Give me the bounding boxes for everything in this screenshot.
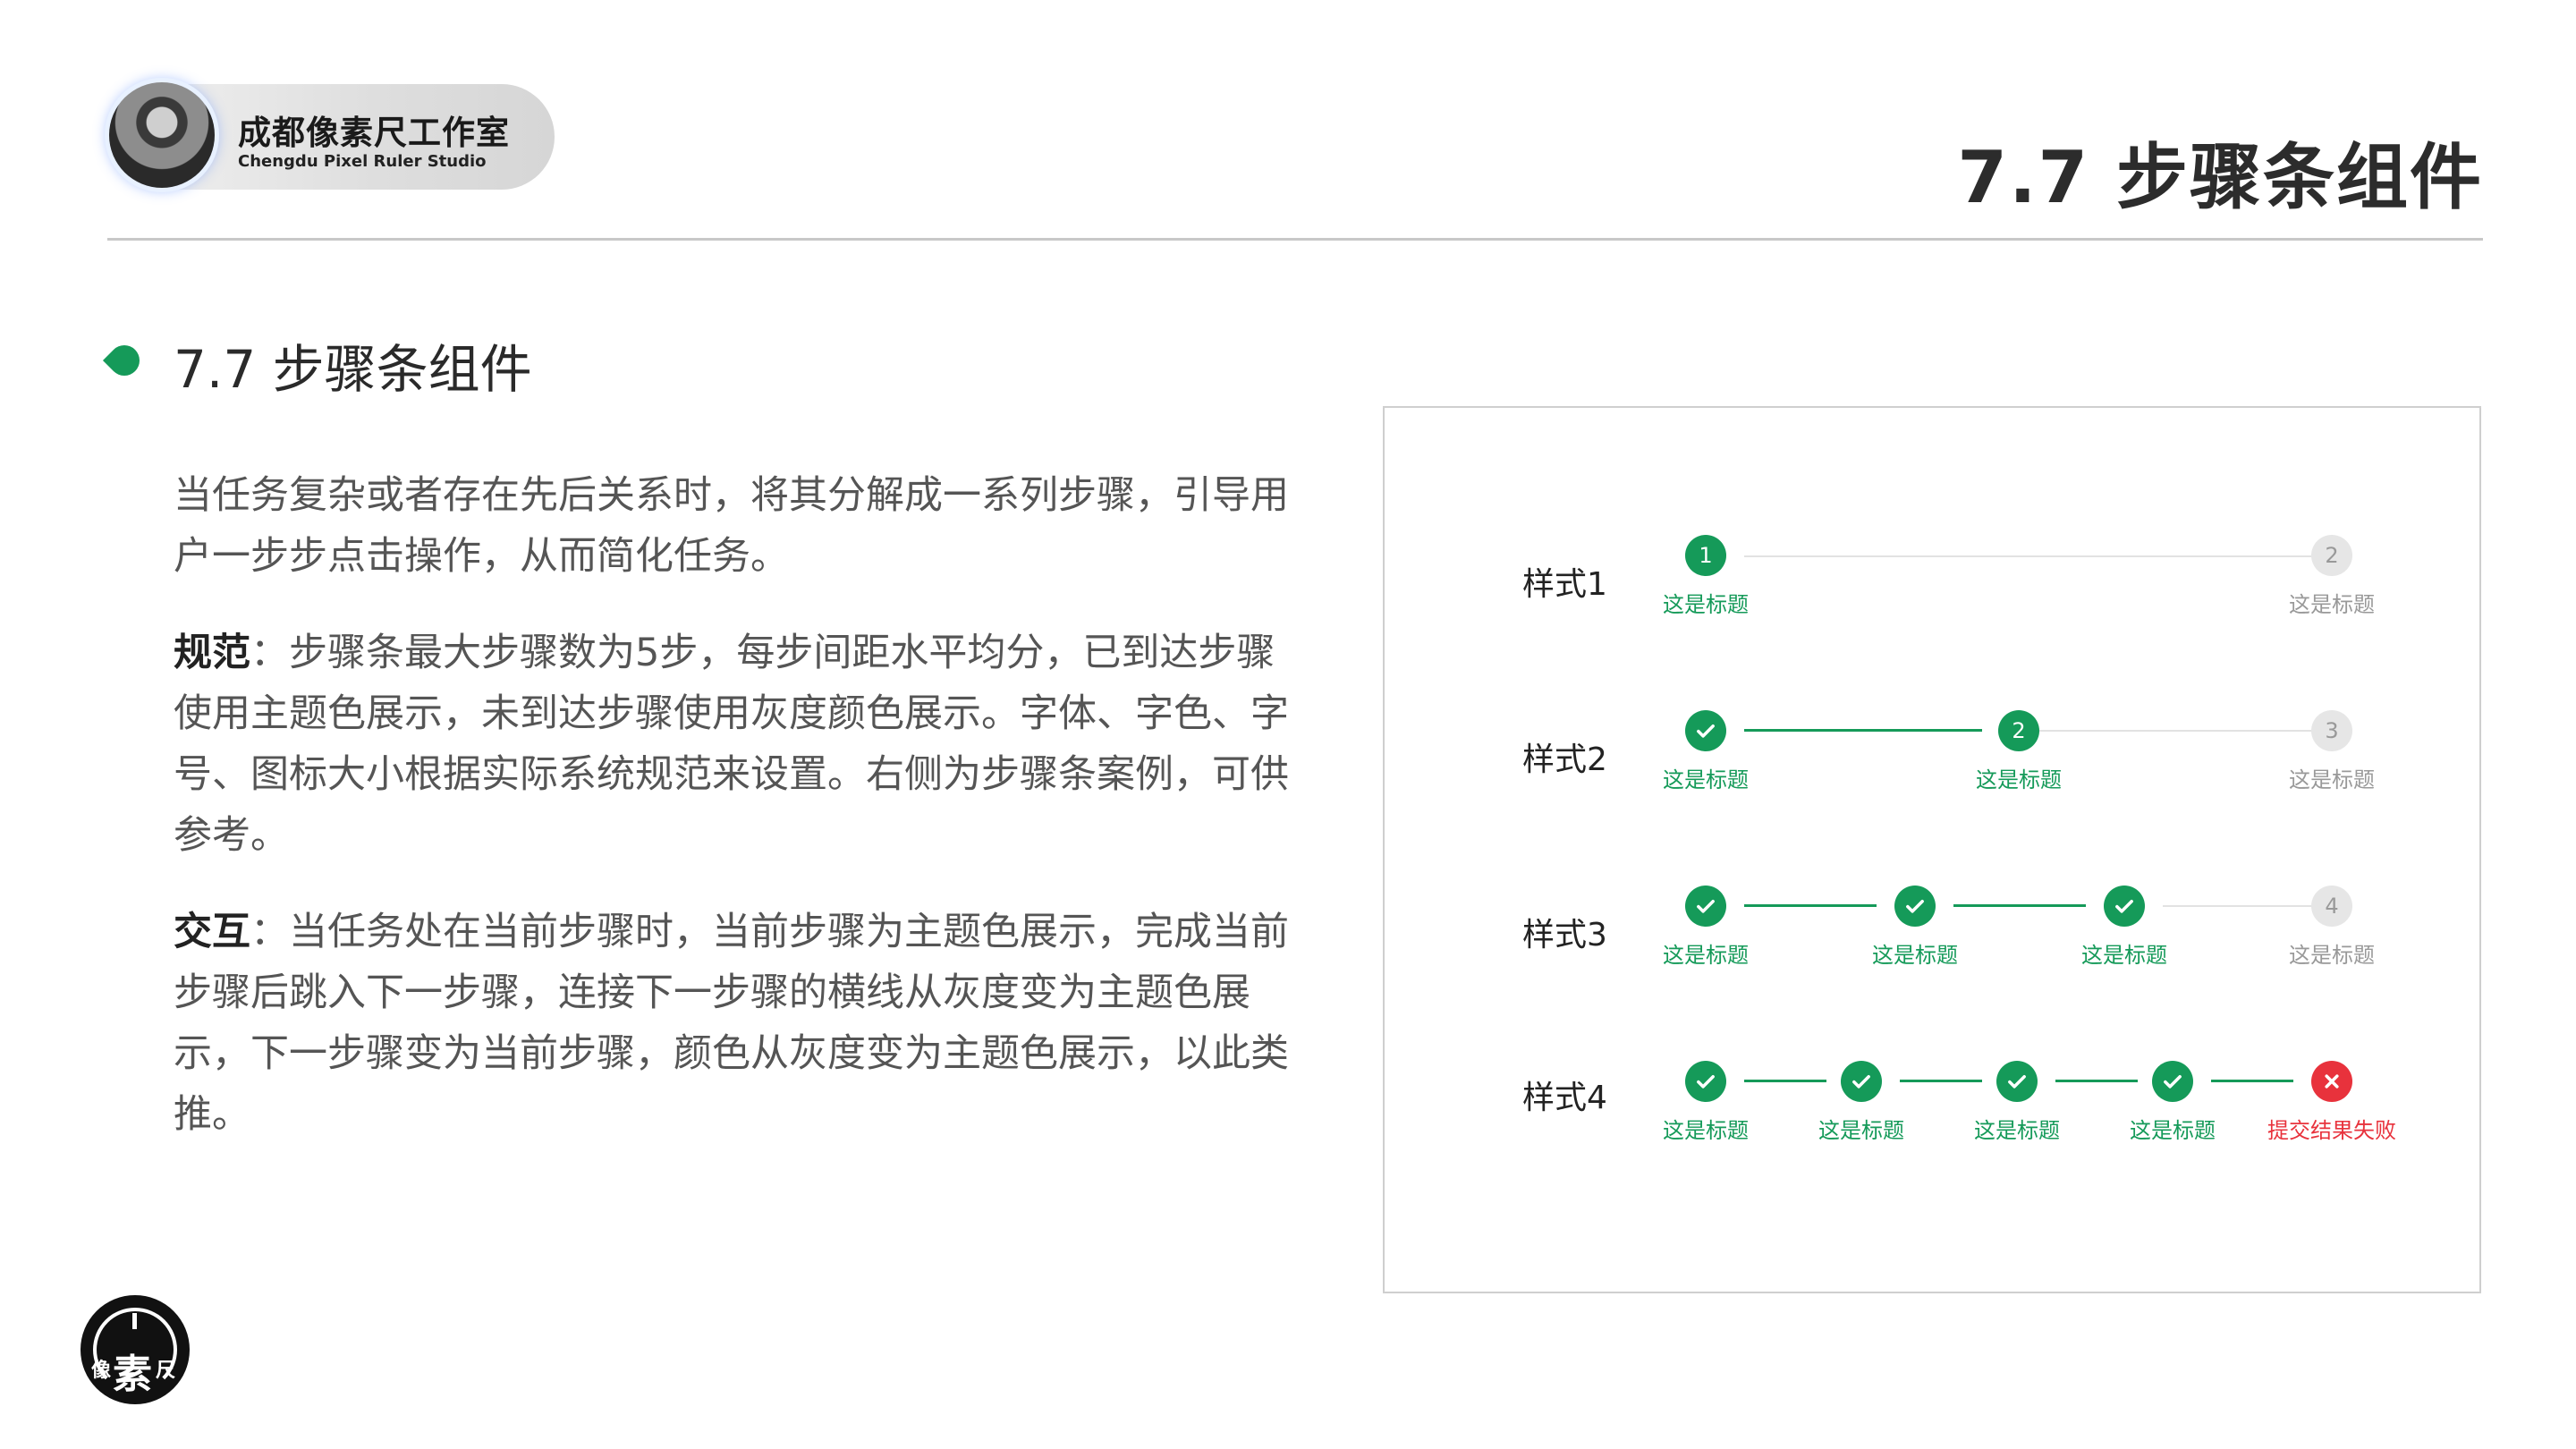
step-connector-active bbox=[1744, 1080, 1826, 1082]
step-dot-completed[interactable] bbox=[1996, 1061, 2038, 1102]
row-label-style2: 样式2 bbox=[1522, 741, 1607, 778]
section-bullet-icon bbox=[102, 338, 147, 383]
interaction-text: ：当任务处在当前步骤时，当前步骤为主题色展示，完成当前步骤后跳入下一步骤，连接下… bbox=[174, 910, 1289, 1137]
spec-text: ：步骤条最大步骤数为5步，每步间距水平均分，已到达步骤使用主题色展示，未到达步骤… bbox=[174, 631, 1289, 858]
step-dot-completed[interactable] bbox=[1685, 1061, 1726, 1102]
step-title: 这是标题 bbox=[1818, 1118, 1904, 1143]
check-icon bbox=[1852, 1075, 1870, 1089]
step-connector-active bbox=[2211, 1080, 2293, 1082]
section-title: 7.7 步骤条组件 bbox=[174, 339, 532, 400]
page-title: 7.7 步骤条组件 bbox=[1957, 136, 2483, 219]
step-dot-pending[interactable]: 3 bbox=[2311, 710, 2352, 751]
step-connector bbox=[1744, 555, 2313, 557]
description: 当任务复杂或者存在先后关系时，将其分解成一系列步骤，引导用户一步步点击操作，从而… bbox=[174, 465, 1292, 1181]
logo-glyph: 像 bbox=[91, 1360, 112, 1382]
check-icon bbox=[1697, 1075, 1715, 1089]
step-title: 这是标题 bbox=[1663, 943, 1749, 968]
spec-label: 规范 bbox=[174, 631, 250, 675]
step-title: 这是标题 bbox=[1663, 592, 1749, 617]
avatar bbox=[109, 82, 215, 188]
step-title: 这是标题 bbox=[2130, 1118, 2216, 1143]
step-connector-active bbox=[1744, 904, 1877, 907]
intro-paragraph: 当任务复杂或者存在先后关系时，将其分解成一系列步骤，引导用户一步步点击操作，从而… bbox=[174, 473, 1289, 579]
example-panel bbox=[1383, 406, 2481, 1293]
step-title: 这是标题 bbox=[1976, 767, 2062, 792]
step-title: 这是标题 bbox=[2289, 943, 2375, 968]
step-connector-active bbox=[1900, 1080, 1982, 1082]
step-title-error: 提交结果失败 bbox=[2267, 1118, 2396, 1143]
interaction-label: 交互 bbox=[174, 910, 250, 954]
spec-paragraph: 规范：步骤条最大步骤数为5步，每步间距水平均分，已到达步骤使用主题色展示，未到达… bbox=[174, 623, 1292, 866]
step-dot-pending[interactable]: 4 bbox=[2311, 886, 2352, 927]
step-dot-completed[interactable] bbox=[2104, 886, 2145, 927]
step-connector-active bbox=[1744, 729, 1982, 732]
step-number: 2 bbox=[2012, 718, 2026, 743]
step-dot-current[interactable]: 2 bbox=[1998, 710, 2039, 751]
step-number: 2 bbox=[2325, 543, 2339, 568]
check-icon bbox=[1697, 724, 1715, 738]
step-dot-completed[interactable] bbox=[1841, 1061, 1882, 1102]
step-connector-active bbox=[1953, 904, 2086, 907]
step-dot-completed[interactable] bbox=[1685, 710, 1726, 751]
row-label-style4: 样式4 bbox=[1522, 1080, 1607, 1116]
check-icon bbox=[2164, 1075, 2182, 1089]
check-icon bbox=[1906, 900, 1924, 913]
check-icon bbox=[2115, 900, 2133, 913]
step-connector-active bbox=[2055, 1080, 2138, 1082]
step-title: 这是标题 bbox=[1663, 767, 1749, 792]
step-dot-pending[interactable]: 2 bbox=[2311, 535, 2352, 576]
logo-glyph: 素 bbox=[113, 1352, 152, 1397]
step-title: 这是标题 bbox=[1872, 943, 1958, 968]
step-connector bbox=[2036, 730, 2313, 732]
close-icon bbox=[2325, 1074, 2339, 1089]
studio-logo: 像 素 尺 bbox=[80, 1295, 190, 1404]
step-title: 这是标题 bbox=[2289, 767, 2375, 792]
step-number: 3 bbox=[2325, 718, 2339, 743]
brand-subtitle: Chengdu Pixel Ruler Studio bbox=[238, 152, 487, 171]
brand-name: 成都像素尺工作室 bbox=[238, 114, 510, 152]
step-dot-current[interactable]: 1 bbox=[1685, 535, 1726, 576]
check-icon bbox=[2008, 1075, 2026, 1089]
step-title: 这是标题 bbox=[2081, 943, 2167, 968]
logo-needle bbox=[132, 1313, 137, 1329]
interaction-paragraph: 交互：当任务处在当前步骤时，当前步骤为主题色展示，完成当前步骤后跳入下一步骤，连… bbox=[174, 902, 1292, 1145]
step-connector bbox=[2163, 905, 2313, 907]
step-title: 这是标题 bbox=[1974, 1118, 2060, 1143]
step-title: 这是标题 bbox=[2289, 592, 2375, 617]
step-title: 这是标题 bbox=[1663, 1118, 1749, 1143]
step-dot-completed[interactable] bbox=[1894, 886, 1936, 927]
check-icon bbox=[1697, 900, 1715, 913]
row-label-style3: 样式3 bbox=[1522, 917, 1607, 953]
step-dot-failed[interactable] bbox=[2311, 1061, 2352, 1102]
row-label-style1: 样式1 bbox=[1522, 566, 1607, 603]
step-number: 1 bbox=[1699, 543, 1713, 568]
step-number: 4 bbox=[2325, 894, 2339, 919]
step-dot-completed[interactable] bbox=[2152, 1061, 2193, 1102]
step-dot-completed[interactable] bbox=[1685, 886, 1726, 927]
logo-glyph: 尺 bbox=[156, 1360, 176, 1382]
header-divider bbox=[107, 238, 2483, 241]
